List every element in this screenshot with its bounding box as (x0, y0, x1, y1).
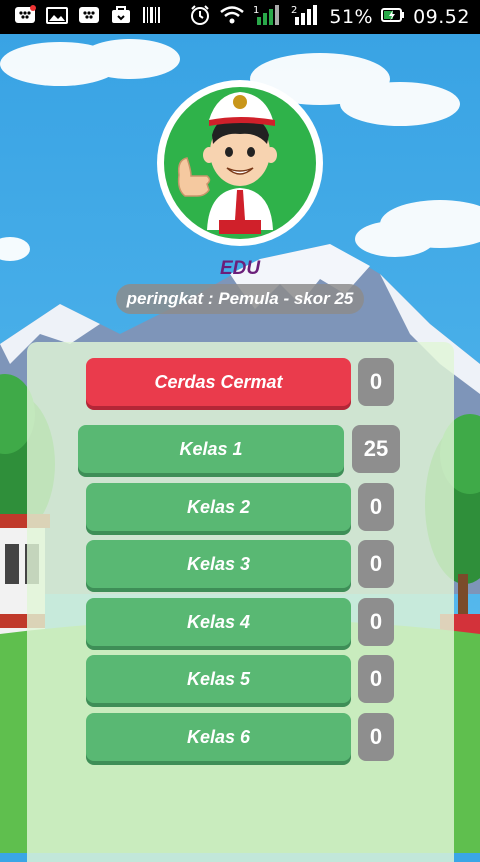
player-name: EDU (219, 258, 261, 279)
kelas-1-score: 25 (352, 425, 400, 473)
signal-icon: 1 (253, 3, 283, 32)
cerdas-cermat-label: Cerdas Cermat (154, 371, 283, 392)
kelas-2-score: 0 (358, 483, 394, 531)
barcode-icon (142, 5, 162, 30)
battery-percent: 51% (329, 6, 374, 28)
rank-score-badge: peringkat : Pemula - skor 25 (116, 284, 364, 314)
cerdas-cermat-score: 0 (358, 358, 394, 406)
sim2-label: 2 (291, 5, 297, 16)
briefcase-icon (110, 5, 132, 30)
kelas-5-label: Kelas 5 (186, 668, 251, 689)
battery-charging-icon (381, 5, 405, 30)
kelas-3-label: Kelas 3 (186, 553, 251, 574)
signal-icon: 2 (291, 3, 321, 32)
kelas-6-score: 0 (358, 713, 394, 761)
student-mascot-icon (164, 87, 316, 239)
kelas-3-button[interactable]: Kelas 3 (86, 540, 351, 588)
kelas-5-score: 0 (358, 655, 394, 703)
kelas-5-button[interactable]: Kelas 5 (86, 655, 351, 703)
bbm-icon (78, 5, 100, 30)
kelas-4-button[interactable]: Kelas 4 (86, 598, 351, 646)
kelas-2-button[interactable]: Kelas 2 (86, 483, 351, 531)
rank-score-text: peringkat : Pemula - skor 25 (126, 289, 354, 308)
cerdas-cermat-button[interactable]: Cerdas Cermat (86, 358, 351, 406)
kelas-3-score: 0 (358, 540, 394, 588)
clock: 09.52 (413, 6, 470, 28)
kelas-6-button[interactable]: Kelas 6 (86, 713, 351, 761)
alarm-icon (189, 4, 211, 31)
sim1-label: 1 (253, 5, 259, 16)
wifi-icon (219, 5, 245, 30)
image-icon (46, 5, 68, 30)
kelas-4-score: 0 (358, 598, 394, 646)
kelas-1-label: Kelas 1 (179, 438, 243, 459)
bbm-icon (14, 4, 36, 30)
avatar (157, 80, 323, 246)
kelas-6-label: Kelas 6 (186, 726, 251, 747)
kelas-4-label: Kelas 4 (186, 611, 251, 632)
status-bar: 1 2 51% 09.52 (0, 0, 480, 34)
kelas-1-button[interactable]: Kelas 1 (78, 425, 344, 473)
kelas-2-label: Kelas 2 (186, 496, 251, 517)
